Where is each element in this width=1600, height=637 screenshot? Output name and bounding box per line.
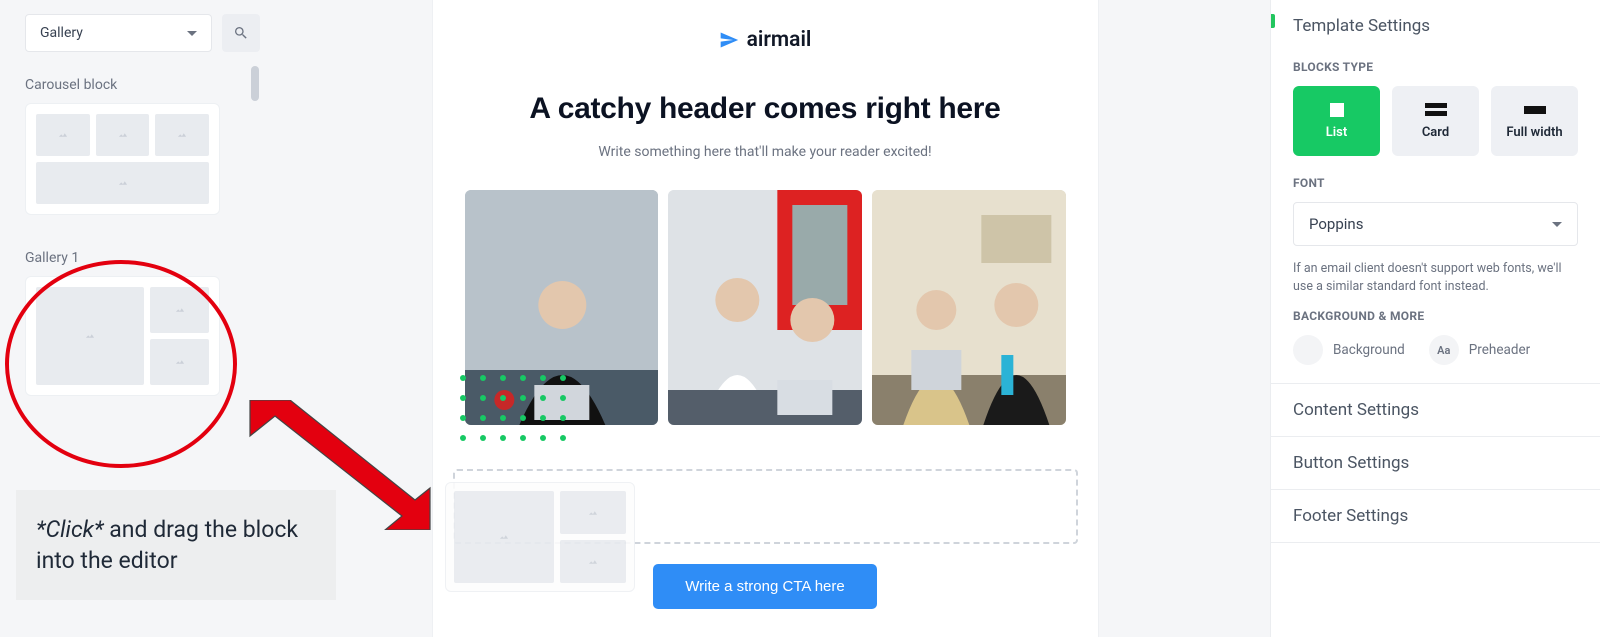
placeholder-image-icon bbox=[454, 491, 554, 583]
card-icon bbox=[1425, 103, 1447, 117]
carousel-block-card[interactable] bbox=[25, 103, 220, 215]
aa-icon: Aa bbox=[1437, 344, 1450, 357]
blocks-type-label: BLOCKS TYPE bbox=[1293, 60, 1578, 74]
placeholder-image-icon bbox=[155, 114, 209, 156]
chevron-down-icon bbox=[1552, 222, 1562, 227]
hero-image-3[interactable] bbox=[872, 190, 1066, 425]
block-type-full-label: Full width bbox=[1506, 125, 1562, 140]
block-type-list-label: List bbox=[1326, 125, 1347, 140]
background-color-swatch[interactable] bbox=[1293, 335, 1323, 365]
placeholder-image-icon bbox=[560, 491, 626, 534]
placeholder-image-icon bbox=[150, 339, 209, 385]
font-select[interactable]: Poppins bbox=[1293, 202, 1578, 246]
hero-image-1[interactable] bbox=[465, 190, 659, 425]
list-icon bbox=[1330, 103, 1344, 117]
preheader-button[interactable]: Aa bbox=[1429, 335, 1459, 365]
block-filter-value: Gallery bbox=[40, 25, 83, 41]
font-label: FONT bbox=[1293, 176, 1578, 190]
placeholder-image-icon bbox=[36, 162, 209, 204]
hero-image-2[interactable] bbox=[668, 190, 862, 425]
search-button[interactable] bbox=[222, 14, 260, 52]
hero-subheading[interactable]: Write something here that'll make your r… bbox=[433, 144, 1098, 160]
placeholder-image-icon bbox=[96, 114, 150, 156]
brand-name: airmail bbox=[747, 28, 812, 52]
editor-canvas-area: airmail A catchy header comes right here… bbox=[260, 0, 1270, 637]
settings-panel: Template Settings BLOCKS TYPE List Card … bbox=[1270, 0, 1600, 637]
placeholder-image-icon bbox=[150, 287, 209, 333]
background-label: Background bbox=[1333, 342, 1405, 358]
template-settings-section: Template Settings BLOCKS TYPE List Card … bbox=[1271, 0, 1600, 384]
fullwidth-icon bbox=[1524, 106, 1546, 114]
hero-heading[interactable]: A catchy header comes right here bbox=[433, 92, 1098, 126]
chevron-down-icon bbox=[187, 31, 197, 36]
gallery-block-card[interactable] bbox=[25, 276, 220, 396]
blocks-panel: Gallery Carousel block Gallery 1 bbox=[0, 0, 260, 637]
font-value: Poppins bbox=[1309, 215, 1363, 233]
block-type-card-label: Card bbox=[1422, 125, 1449, 140]
background-more-label: BACKGROUND & MORE bbox=[1293, 309, 1578, 323]
placeholder-image-icon bbox=[36, 287, 144, 385]
filter-row: Gallery bbox=[25, 14, 260, 52]
button-settings-header[interactable]: Button Settings bbox=[1271, 437, 1600, 489]
dragging-block-ghost bbox=[445, 482, 635, 592]
block-type-card[interactable]: Card bbox=[1392, 86, 1479, 156]
block-filter-select[interactable]: Gallery bbox=[25, 14, 212, 52]
template-settings-header[interactable]: Template Settings bbox=[1271, 0, 1600, 52]
carousel-block-title: Carousel block bbox=[25, 77, 260, 93]
cta-button[interactable]: Write a strong CTA here bbox=[653, 564, 877, 609]
search-icon bbox=[233, 25, 249, 41]
footer-settings-header[interactable]: Footer Settings bbox=[1271, 490, 1600, 542]
content-settings-header[interactable]: Content Settings bbox=[1271, 384, 1600, 436]
placeholder-image-icon bbox=[36, 114, 90, 156]
block-type-fullwidth[interactable]: Full width bbox=[1491, 86, 1578, 156]
font-note: If an email client doesn't support web f… bbox=[1293, 260, 1578, 295]
instruction-emphasis: *Click* bbox=[36, 516, 104, 543]
preheader-label: Preheader bbox=[1469, 342, 1530, 358]
brand-logo: airmail bbox=[433, 28, 1098, 52]
hero-image-row bbox=[433, 190, 1098, 425]
email-canvas[interactable]: airmail A catchy header comes right here… bbox=[433, 0, 1098, 637]
block-type-list[interactable]: List bbox=[1293, 86, 1380, 156]
gallery-block-title: Gallery 1 bbox=[25, 250, 260, 266]
placeholder-image-icon bbox=[560, 540, 626, 583]
paper-plane-icon bbox=[719, 30, 739, 50]
panel-scrollbar[interactable] bbox=[251, 66, 259, 546]
